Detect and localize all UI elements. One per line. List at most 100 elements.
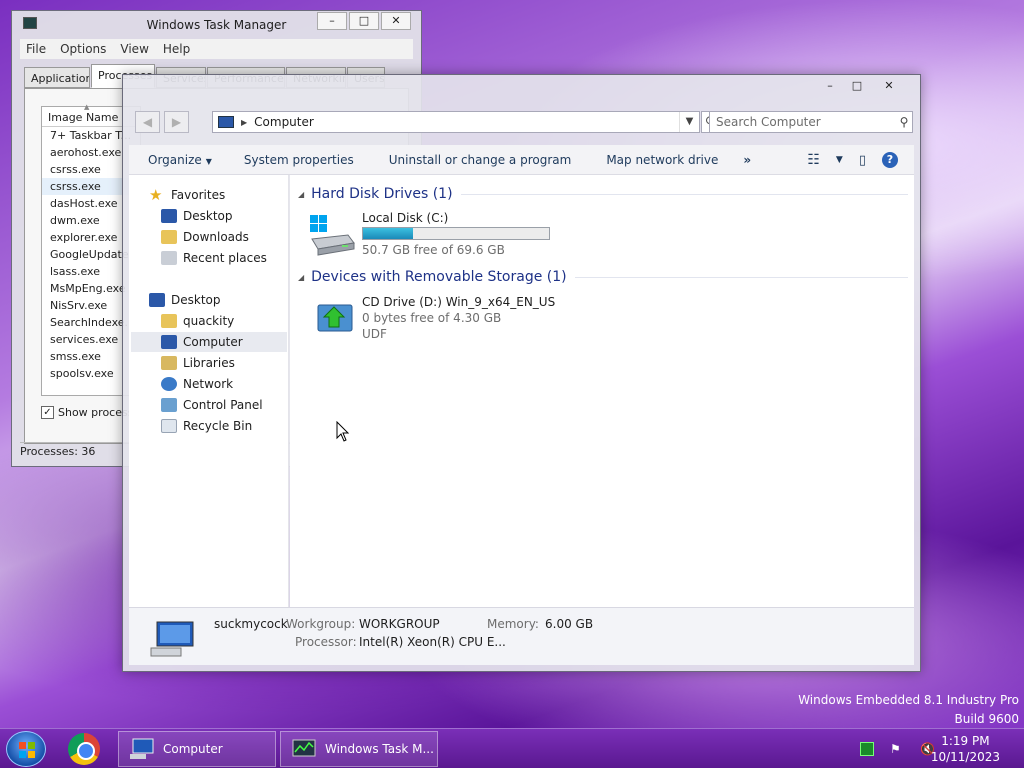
nav-favorites[interactable]: ★ Favorites [149, 185, 225, 205]
computer-icon [161, 335, 177, 349]
network-icon [161, 377, 177, 391]
task-manager-menubar: File Options View Help [20, 39, 413, 59]
processor-label: Processor: [295, 635, 357, 649]
nav-computer[interactable]: Computer [131, 332, 287, 352]
computer-name: suckmycock [214, 617, 288, 631]
user-folder-icon [161, 314, 177, 328]
show-all-checkbox[interactable]: ✓ [41, 406, 54, 419]
explorer-caption-buttons: – □ ✕ [815, 77, 906, 95]
nav-desktop[interactable]: Desktop [149, 290, 221, 310]
workgroup-label: Workgroup: [286, 617, 356, 631]
nav-control-panel-label: Control Panel [183, 398, 263, 412]
collapse-triangle-icon[interactable]: ◢ [298, 190, 304, 199]
uninstall-program-button[interactable]: Uninstall or change a program [369, 153, 587, 167]
task-manager-tray-icon[interactable] [860, 742, 874, 756]
task-manager-caption-buttons: – □ ✕ [315, 12, 411, 30]
control-panel-icon [161, 398, 177, 412]
breadcrumb-chevron-icon[interactable]: ▶ [241, 118, 247, 127]
taskbar-task-manager-button[interactable]: Windows Task M... [280, 731, 438, 767]
organize-label: Organize [148, 152, 202, 167]
search-icon[interactable]: ⚲ [896, 115, 912, 129]
nav-user-folder[interactable]: quackity [161, 311, 234, 331]
drive-d-filesystem: UDF [362, 327, 387, 341]
mouse-cursor-icon [336, 421, 350, 442]
hard-drive-icon [310, 215, 355, 256]
nav-recent-places-label: Recent places [183, 251, 267, 265]
nav-desktop-favorite[interactable]: Desktop [161, 206, 233, 226]
menu-help[interactable]: Help [157, 42, 198, 56]
nav-recycle-bin[interactable]: Recycle Bin [161, 416, 252, 436]
group-hard-disk-drives[interactable]: ◢ Hard Disk Drives (1) [298, 186, 908, 202]
memory-label: Memory: [487, 617, 539, 631]
clock[interactable]: 1:19 PM 10/11/2023 [931, 733, 1000, 765]
maximize-button[interactable]: □ [845, 77, 869, 95]
taskbar: Computer Windows Task M... ⚑ 🔇 1:19 PM 1… [0, 728, 1024, 768]
change-view-icon[interactable]: ☷ [807, 152, 820, 168]
drive-c-capacity-fill [363, 228, 414, 239]
nav-recent-places[interactable]: Recent places [161, 248, 267, 268]
computer-icon [150, 621, 194, 657]
processor-value: Intel(R) Xeon(R) CPU E... [359, 635, 506, 649]
collapse-triangle-icon[interactable]: ◢ [298, 273, 304, 282]
help-icon[interactable]: ? [882, 152, 898, 168]
more-commands-button[interactable]: » [733, 153, 761, 167]
close-button[interactable]: ✕ [381, 12, 411, 30]
address-bar[interactable]: ▶ Computer ▼ [212, 111, 700, 133]
network-flag-icon[interactable]: ⚑ [890, 742, 904, 756]
maximize-button[interactable]: □ [349, 12, 379, 30]
minimize-button[interactable]: – [818, 77, 842, 95]
nav-libraries[interactable]: Libraries [161, 353, 235, 373]
command-bar: Organize ▼ System properties Uninstall or… [129, 145, 914, 175]
tab-applications[interactable]: Applications [24, 67, 90, 88]
drive-d-name: CD Drive (D:) Win_9_x64_EN_US [362, 295, 556, 309]
taskbar-computer-label: Computer [163, 742, 223, 756]
group-hard-disk-drives-label: Hard Disk Drives (1) [311, 186, 453, 202]
nav-network[interactable]: Network [161, 374, 233, 394]
preview-pane-icon[interactable]: ▯ [859, 153, 866, 168]
clock-time: 1:19 PM [941, 734, 990, 748]
menu-view[interactable]: View [114, 42, 156, 56]
organize-button[interactable]: Organize ▼ [129, 153, 224, 167]
minimize-button[interactable]: – [317, 12, 347, 30]
view-dropdown-icon[interactable]: ▼ [836, 155, 843, 165]
forward-button[interactable]: ▶ [164, 111, 189, 133]
windows-edition-watermark: Windows Embedded 8.1 Industry Pro [798, 693, 1019, 707]
system-properties-button[interactable]: System properties [224, 153, 369, 167]
task-manager-titlebar[interactable]: Windows Task Manager – □ ✕ [12, 11, 421, 37]
close-button[interactable]: ✕ [872, 77, 906, 95]
nav-downloads[interactable]: Downloads [161, 227, 249, 247]
nav-downloads-label: Downloads [183, 230, 249, 244]
nav-control-panel[interactable]: Control Panel [161, 395, 263, 415]
nav-desktop-favorite-label: Desktop [183, 209, 233, 223]
nav-libraries-label: Libraries [183, 356, 235, 370]
chrome-icon[interactable] [68, 733, 100, 765]
map-network-drive-button[interactable]: Map network drive [586, 153, 733, 167]
nav-computer-label: Computer [183, 335, 243, 349]
start-button[interactable] [6, 731, 46, 767]
search-box[interactable]: ⚲ [709, 111, 913, 133]
back-button[interactable]: ◀ [135, 111, 160, 133]
group-removable-storage-label: Devices with Removable Storage (1) [311, 269, 567, 285]
taskbar-computer-button[interactable]: Computer [118, 731, 276, 767]
downloads-folder-icon [161, 230, 177, 244]
drive-d[interactable]: CD Drive (D:) Win_9_x64_EN_US 0 bytes fr… [308, 295, 568, 345]
address-dropdown-icon[interactable]: ▼ [679, 112, 699, 132]
recycle-bin-icon [161, 419, 177, 433]
breadcrumb-computer[interactable]: Computer [254, 115, 679, 129]
computer-icon [130, 738, 154, 759]
drive-c-free-space: 50.7 GB free of 69.6 GB [362, 243, 505, 257]
windows-build-watermark: Build 9600 [954, 712, 1019, 726]
menu-file[interactable]: File [20, 42, 54, 56]
taskbar-task-manager-label: Windows Task M... [325, 742, 434, 756]
search-input[interactable] [716, 115, 896, 129]
group-removable-storage[interactable]: ◢ Devices with Removable Storage (1) [298, 269, 908, 285]
memory-value: 6.00 GB [545, 617, 594, 631]
drive-c[interactable]: Local Disk (C:) 50.7 GB free of 69.6 GB [308, 211, 568, 259]
explorer-window[interactable]: – □ ✕ ◀ ▶ ▶ Computer ▼ ⟳ ⚲ Organize▼ Sys… [122, 74, 921, 672]
computer-icon [218, 116, 234, 128]
content-pane: ◢ Hard Disk Drives (1) Local Disk (C:) 5… [290, 175, 914, 607]
nav-favorites-label: Favorites [171, 188, 226, 202]
drive-c-capacity-bar [362, 227, 550, 240]
menu-options[interactable]: Options [54, 42, 114, 56]
navigation-buttons: ◀ ▶ [135, 111, 193, 133]
